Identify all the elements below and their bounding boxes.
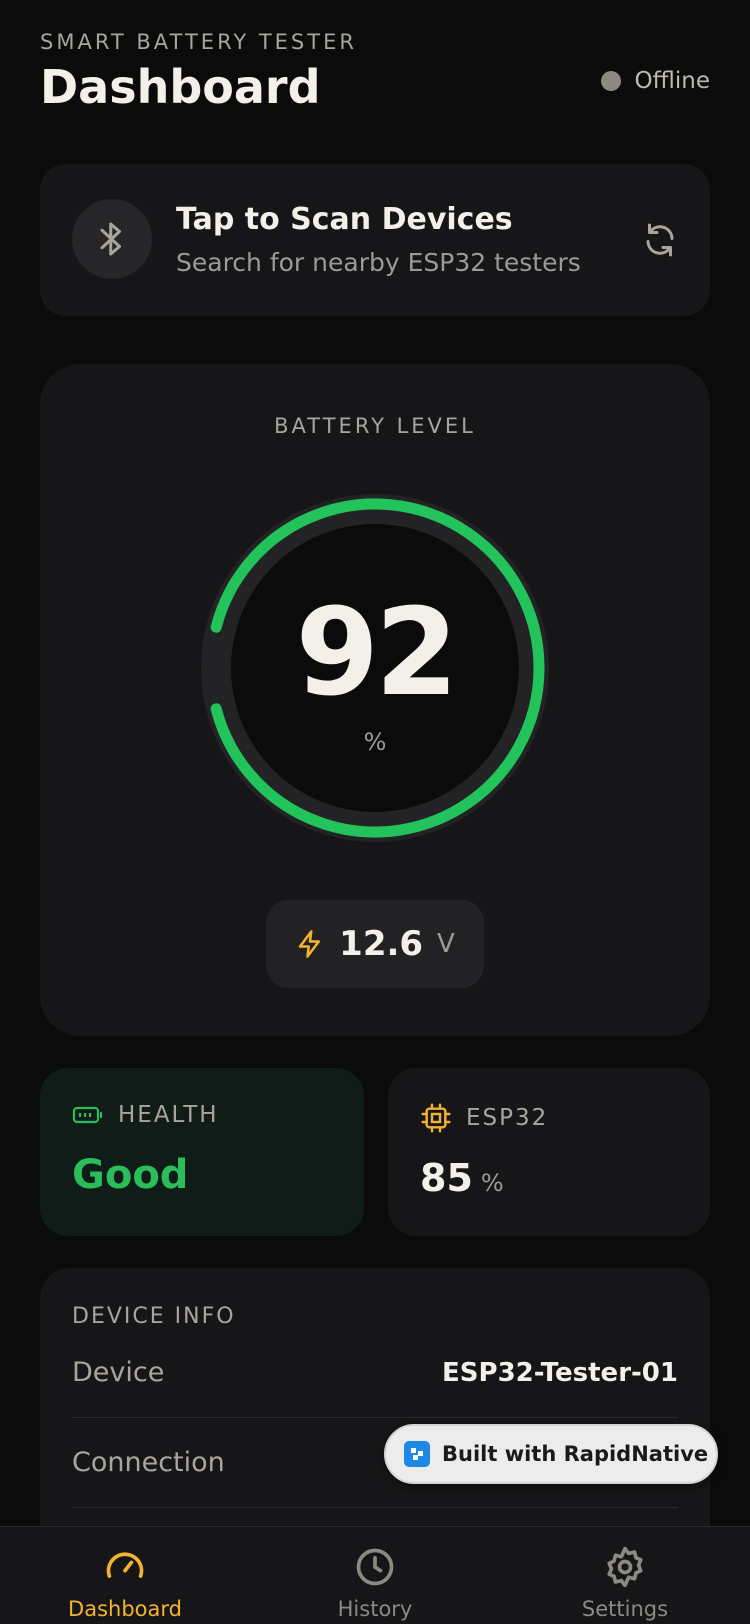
- health-value: Good: [72, 1152, 189, 1198]
- bottom-nav: Dashboard History Settings: [0, 1526, 750, 1624]
- esp32-value-group: 85 %: [420, 1156, 504, 1200]
- lightning-icon: [298, 930, 321, 958]
- badge-text: Built with RapidNative: [442, 1442, 709, 1466]
- bluetooth-icon: [72, 199, 152, 279]
- nav-tab-dashboard[interactable]: Dashboard: [25, 1545, 225, 1621]
- battery-gauge: 92 %: [183, 476, 567, 860]
- header: SMART BATTERY TESTER Dashboard Offline: [40, 30, 710, 130]
- info-key: Device: [72, 1357, 165, 1388]
- speedometer-icon: [106, 1552, 144, 1578]
- device-info-title: DEVICE INFO: [72, 1304, 236, 1329]
- battery-level-card: BATTERY LEVEL 92 % 12.6 V: [40, 364, 710, 1036]
- info-key: Connection: [72, 1447, 225, 1478]
- rapidnative-logo-icon: [404, 1441, 430, 1467]
- health-card: HEALTH Good: [40, 1068, 364, 1236]
- built-with-badge[interactable]: Built with RapidNative: [384, 1424, 718, 1484]
- scan-title: Tap to Scan Devices: [176, 202, 513, 237]
- nav-tab-settings[interactable]: Settings: [525, 1545, 725, 1621]
- esp32-value: 85: [420, 1156, 473, 1200]
- voltage-unit: V: [437, 929, 455, 959]
- nav-label-settings: Settings: [581, 1597, 669, 1621]
- scan-subtitle: Search for nearby ESP32 testers: [176, 248, 581, 277]
- battery-percent-value: 92: [295, 584, 459, 723]
- chip-icon: [421, 1103, 451, 1133]
- nav-label-dashboard: Dashboard: [68, 1597, 182, 1621]
- info-row-device: Device ESP32-Tester-01: [72, 1328, 678, 1418]
- scan-devices-card[interactable]: Tap to Scan Devices Search for nearby ES…: [40, 164, 710, 316]
- battery-level-label: BATTERY LEVEL: [274, 414, 476, 438]
- connection-status: Offline: [600, 68, 710, 94]
- nav-tab-history[interactable]: History: [275, 1545, 475, 1621]
- app-name: SMART BATTERY TESTER: [40, 30, 357, 54]
- esp32-label: ESP32: [466, 1105, 549, 1131]
- battery-icon: [72, 1106, 103, 1124]
- esp32-unit: %: [480, 1169, 504, 1197]
- voltage-value: 12.6: [339, 924, 424, 964]
- dashboard-screen: SMART BATTERY TESTER Dashboard Offline T…: [0, 0, 750, 1624]
- status-text: Offline: [634, 68, 710, 94]
- status-dot-icon: [600, 71, 621, 91]
- clock-icon: [356, 1548, 394, 1586]
- voltage-pill: 12.6 V: [266, 900, 484, 988]
- info-value: ESP32-Tester-01: [442, 1357, 678, 1388]
- health-label: HEALTH: [118, 1102, 219, 1128]
- esp32-card: ESP32 85 %: [388, 1068, 710, 1236]
- nav-label-history: History: [337, 1597, 413, 1621]
- refresh-icon[interactable]: [636, 216, 684, 264]
- battery-percent-unit: %: [363, 728, 387, 756]
- gear-icon: [607, 1546, 643, 1588]
